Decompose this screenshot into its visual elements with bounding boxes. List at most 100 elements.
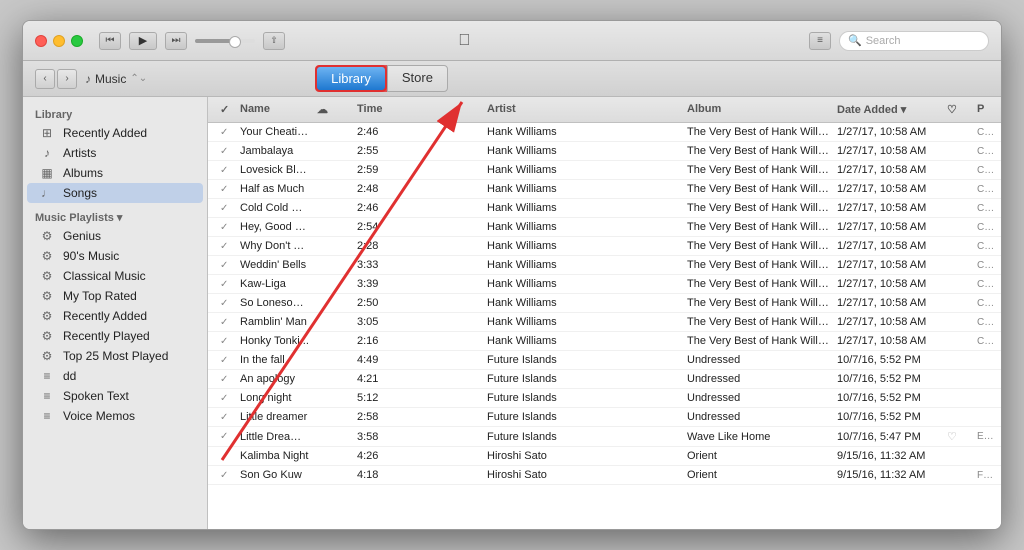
row-check [216,454,236,458]
rewind-button[interactable]: ⏮ [99,32,121,50]
row-genre [973,377,993,381]
header-time[interactable]: Time [353,101,483,118]
row-heart [943,415,973,419]
row-check: ✓ [216,239,236,254]
sidebar-item-songs[interactable]: ♩ Songs [27,183,203,203]
table-row[interactable]: ✓ Little Dreamer ··· 3:58 Future Islands… [208,427,1001,447]
row-check: ✓ [216,201,236,216]
table-row[interactable]: ✓ Little dreamer 2:58 Future Islands Und… [208,408,1001,427]
sidebar-item-artists[interactable]: ♪ Artists [27,143,203,163]
header-date[interactable]: Date Added ▾ [833,101,943,118]
row-artist: Future Islands [483,371,683,387]
sidebar-item-label-recently-added-pl: Recently Added [63,309,147,323]
row-check: ✓ [216,353,236,368]
maximize-button[interactable] [71,35,83,47]
row-genre: Country W... [973,144,993,159]
row-album: Wave Like Home [683,429,833,445]
sidebar-item-albums[interactable]: ▦ Albums [27,163,203,183]
table-row[interactable]: ✓ In the fall 4:49 Future Islands Undres… [208,351,1001,370]
sidebar-item-recently-added-pl[interactable]: ⚙ Recently Added [27,306,203,326]
back-button[interactable]: ‹ [35,69,55,89]
table-row[interactable]: ✓ Half as Much 2:48 Hank Williams The Ve… [208,180,1001,199]
sidebar-item-dd[interactable]: ≡ dd [27,366,203,386]
sidebar-item-classical[interactable]: ⚙ Classical Music [27,266,203,286]
row-album: The Very Best of Hank Williams [683,162,833,178]
row-check: ✓ [216,277,236,292]
table-row[interactable]: ✓ Son Go Kuw 4:18 Hiroshi Sato Orient 9/… [208,466,1001,485]
table-row[interactable]: ✓ Weddin' Bells 3:33 Hank Williams The V… [208,256,1001,275]
table-row[interactable]: ✓ So Lonesome I Could Cry 2:50 Hank Will… [208,294,1001,313]
table-row[interactable]: ✓ Your Cheatin' Heart 2:46 Hank Williams… [208,123,1001,142]
airplay-button[interactable]: ⇧ [263,32,285,50]
row-check: ✓ [216,163,236,178]
sidebar-item-genius[interactable]: ⚙ Genius [27,226,203,246]
row-time: 2:48 [353,181,483,197]
search-icon: 🔍 [848,34,862,47]
close-button[interactable] [35,35,47,47]
forward-button[interactable]: ⏭ [165,32,187,50]
sidebar-item-top25[interactable]: ⚙ Top 25 Most Played [27,346,203,366]
sidebar-item-spoken-text[interactable]: ≡ Spoken Text [27,386,203,406]
row-cloud [313,415,353,419]
table-row[interactable]: ✓ Cold Cold Heart 2:46 Hank Williams The… [208,199,1001,218]
row-date: 1/27/17, 10:58 AM [833,257,943,273]
row-date: 10/7/16, 5:52 PM [833,371,943,387]
row-time: 4:18 [353,467,483,483]
playlists-section-label[interactable]: Music Playlists ▾ [23,203,207,226]
row-name: Kalimba Night [236,448,313,464]
table-row[interactable]: ✓ Why Don't You Love Me 2:28 Hank Willia… [208,237,1001,256]
row-time: 2:54 [353,219,483,235]
table-body: ✓ Your Cheatin' Heart 2:46 Hank Williams… [208,123,1001,529]
table-row[interactable]: ✓ Long night 5:12 Future Islands Undress… [208,389,1001,408]
row-check: ✓ [216,334,236,349]
row-check: ✓ [216,220,236,235]
table-row[interactable]: ✓ Honky Tonki... 2:16 Hank Williams The … [208,332,1001,351]
header-cloud: ☁ [313,101,353,118]
table-row[interactable]: ✓ Lovesick Blues 2:59 Hank Williams The … [208,161,1001,180]
tab-store[interactable]: Store [387,65,448,92]
row-genre: Country W... [973,125,993,140]
row-artist: Hank Williams [483,257,683,273]
sidebar-item-top-rated[interactable]: ⚙ My Top Rated [27,286,203,306]
volume-slider[interactable] [195,39,255,43]
sidebar-item-voice-memos[interactable]: ≡ Voice Memos [27,406,203,426]
minimize-button[interactable] [53,35,65,47]
sidebar-item-label-recently-played: Recently Played [63,329,150,343]
table-row[interactable]: ✓ An apology 4:21 Future Islands Undress… [208,370,1001,389]
menu-button[interactable]: ≡ [809,32,831,50]
sidebar-item-recently-played[interactable]: ⚙ Recently Played [27,326,203,346]
row-artist: Future Islands [483,352,683,368]
table-row[interactable]: Kalimba Night 4:26 Hiroshi Sato Orient 9… [208,447,1001,466]
play-button[interactable]: ▶ [129,32,157,50]
header-name[interactable]: Name [236,101,313,118]
sidebar-item-90s-music[interactable]: ⚙ 90's Music [27,246,203,266]
search-box[interactable]: 🔍 Search [839,31,989,51]
tab-library[interactable]: Library [315,65,387,92]
sidebar-item-label-spoken-text: Spoken Text [63,389,129,403]
table-row[interactable]: ✓ Kaw-Liga 3:39 Hank Williams The Very B… [208,275,1001,294]
sidebar-item-label-albums: Albums [63,166,103,180]
spoken-text-icon: ≡ [39,389,55,403]
content-area: ✓ Name ☁ Time Artist Album Date Added ▾ … [208,97,1001,529]
row-time: 3:05 [353,314,483,330]
recently-added-pl-icon: ⚙ [39,309,55,323]
forward-arrow-button[interactable]: › [57,69,77,89]
row-heart [943,130,973,134]
row-name: Cold Cold Heart [236,200,313,216]
header-artist[interactable]: Artist [483,101,683,118]
row-album: The Very Best of Hank Williams [683,238,833,254]
row-cloud [313,168,353,172]
row-heart [943,187,973,191]
albums-icon: ▦ [39,166,55,180]
table-row[interactable]: ✓ Jambalaya 2:55 Hank Williams The Very … [208,142,1001,161]
header-album[interactable]: Album [683,101,833,118]
table-row[interactable]: ✓ Ramblin' Man 3:05 Hank Williams The Ve… [208,313,1001,332]
table-header: ✓ Name ☁ Time Artist Album Date Added ▾ … [208,97,1001,123]
row-date: 10/7/16, 5:52 PM [833,352,943,368]
table-row[interactable]: ✓ Hey, Good Lookin' 2:54 Hank Williams T… [208,218,1001,237]
row-name: Why Don't You Love Me [236,238,313,254]
sidebar-item-recently-added[interactable]: ⊞ Recently Added [27,123,203,143]
playlists-label: Music Playlists ▾ [35,211,122,224]
row-name: Little Dreamer ··· [236,429,313,445]
row-heart [943,149,973,153]
